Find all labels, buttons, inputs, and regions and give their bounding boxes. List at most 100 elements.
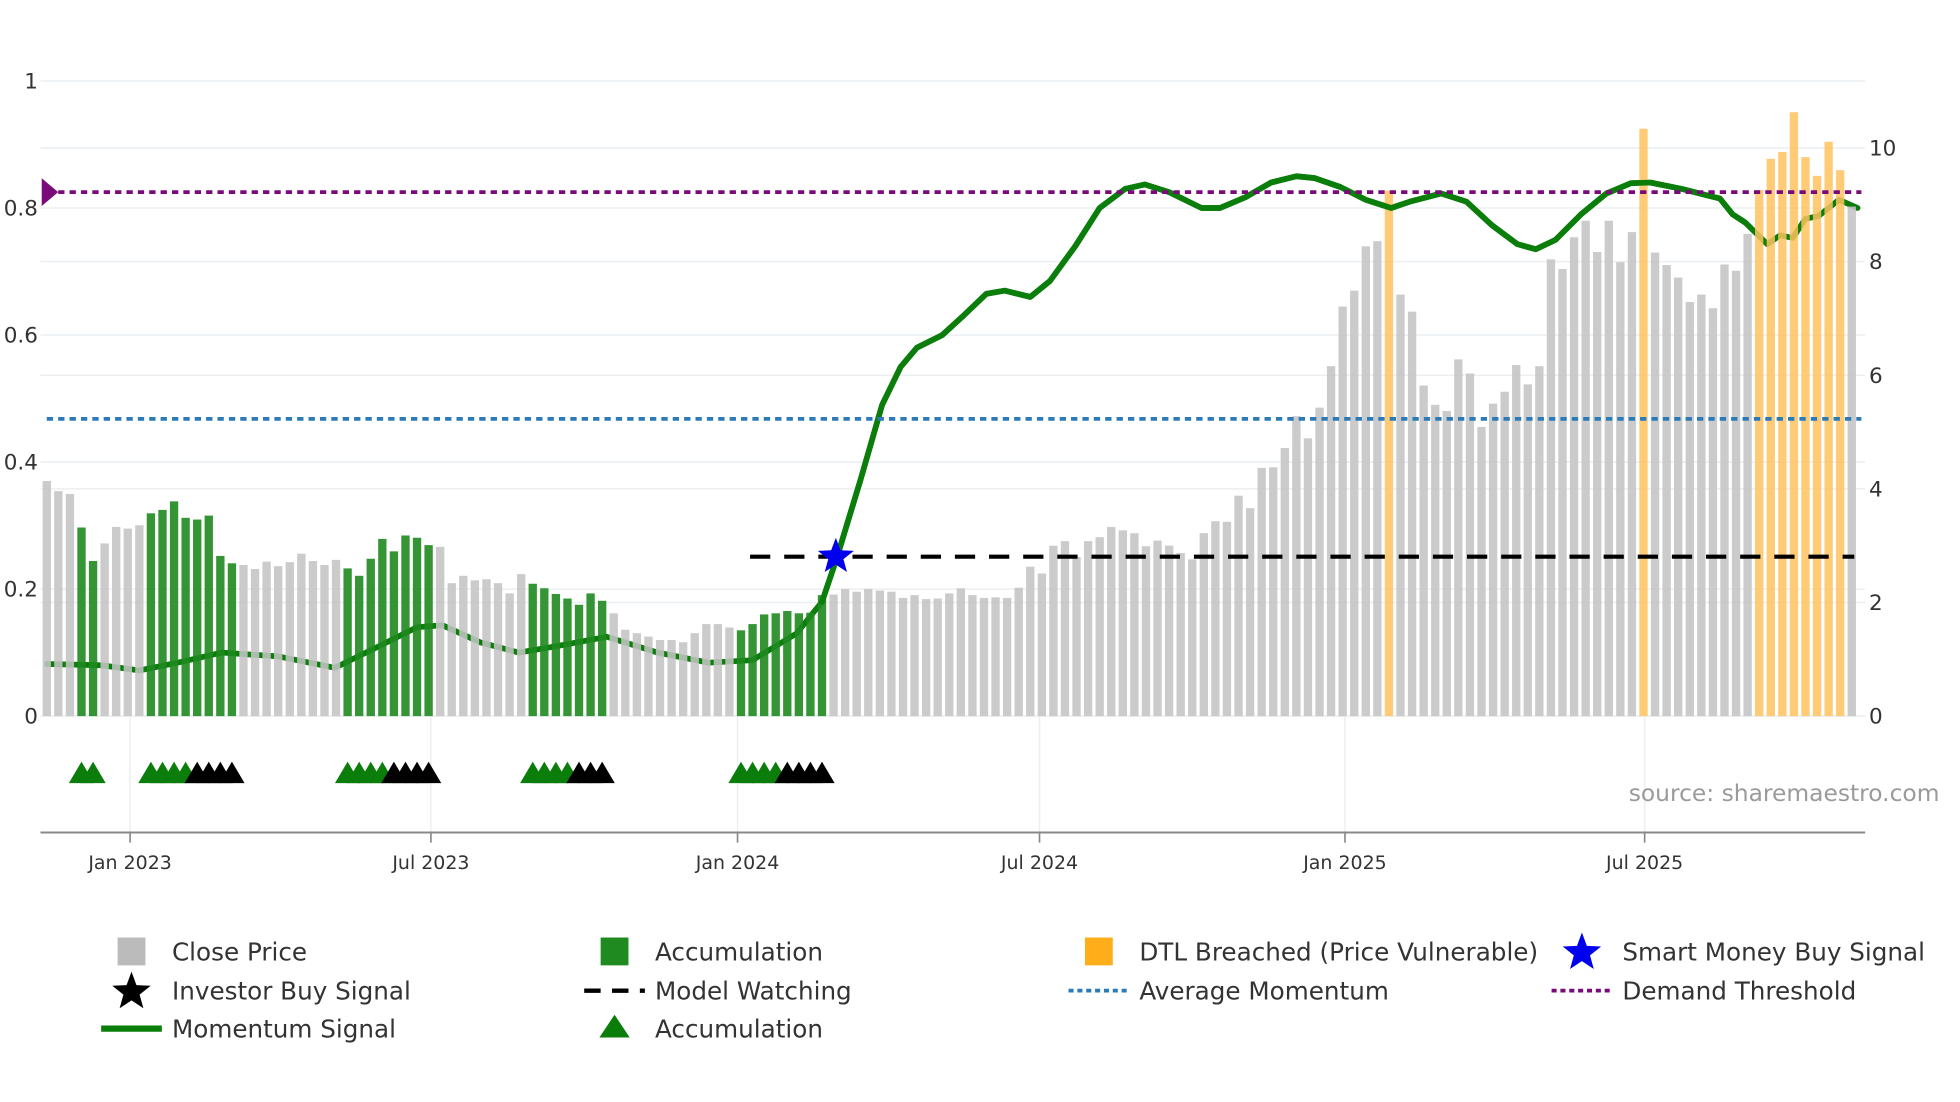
- close-price-bar: [829, 594, 838, 717]
- legend-label: Smart Money Buy Signal: [1622, 937, 1925, 966]
- close-price-bar: [1847, 206, 1856, 717]
- legend-item: Smart Money Buy Signal: [1562, 932, 1925, 970]
- close-price-bar: [725, 627, 734, 717]
- left-y-tick-label: 0.2: [4, 578, 38, 603]
- accumulation-bar: [181, 517, 190, 717]
- close-price-bar: [1234, 495, 1243, 717]
- close-price-bar: [702, 624, 711, 717]
- close-price-bar: [1743, 233, 1752, 717]
- legend-label: Average Momentum: [1139, 977, 1389, 1006]
- close-price-bar: [1026, 566, 1035, 717]
- close-price-bar: [1431, 404, 1440, 717]
- legend-item: Close Price: [117, 937, 307, 966]
- close-price-bar: [1280, 447, 1289, 717]
- close-price-bar: [910, 595, 919, 717]
- accumulation-bar: [343, 568, 352, 717]
- right-y-tick-label: 10: [1869, 137, 1896, 162]
- close-price-bar: [968, 595, 977, 717]
- left-y-tick-label: 1: [24, 70, 38, 95]
- legend-label: Accumulation: [655, 937, 823, 966]
- close-price-bar: [516, 574, 526, 717]
- close-price-bar: [1257, 467, 1266, 717]
- legend-label: Demand Threshold: [1622, 977, 1856, 1006]
- close-price-bar: [840, 588, 850, 717]
- close-price-bar: [1720, 264, 1729, 717]
- close-price-bar: [1211, 521, 1220, 717]
- accumulation-bar: [586, 593, 595, 717]
- close-price-bar: [1303, 438, 1313, 717]
- gray-square-icon: [117, 937, 146, 966]
- close-price-bar: [112, 526, 121, 717]
- close-price-bar: [1373, 241, 1382, 717]
- close-price-bar: [921, 599, 931, 717]
- legend-item: Accumulation: [599, 1014, 823, 1043]
- close-price-bar: [667, 639, 676, 717]
- close-price-bar: [1083, 541, 1093, 717]
- close-price-bar: [297, 553, 306, 717]
- close-price-bar: [447, 583, 456, 717]
- close-price-bar: [1650, 252, 1660, 717]
- x-tick-label: Jan 2024: [695, 852, 780, 874]
- dtl-breached-bar: [1766, 158, 1775, 717]
- close-price-bar: [1593, 251, 1602, 717]
- legend-item: Average Momentum: [1068, 977, 1389, 1006]
- close-price-bar: [470, 580, 480, 717]
- close-price-bar: [274, 566, 283, 717]
- close-price-bar: [979, 597, 989, 717]
- close-price-bar: [239, 565, 248, 717]
- close-price-bar: [123, 528, 132, 717]
- legend-label: Momentum Signal: [172, 1014, 396, 1043]
- close-price-bar: [54, 491, 63, 717]
- dtl-breached-bar: [1801, 157, 1810, 717]
- close-price-bar: [864, 588, 873, 717]
- close-price-bar: [621, 629, 630, 717]
- close-price-bar: [1222, 521, 1232, 717]
- close-price-bar: [655, 639, 665, 717]
- dtl-breached-bar: [1812, 175, 1822, 717]
- legend-item: Accumulation: [600, 937, 823, 966]
- dtl-breached-bar: [1384, 190, 1394, 717]
- close-price-bar: [1488, 403, 1498, 717]
- accumulation-bar: [216, 555, 225, 717]
- close-price-bar: [1176, 553, 1185, 717]
- close-price-bar: [285, 562, 294, 717]
- close-price-bar: [678, 642, 688, 717]
- accumulation-bar: [806, 612, 815, 717]
- accumulation-bar: [540, 588, 549, 717]
- close-price-bar: [459, 575, 468, 717]
- close-price-bar: [65, 493, 75, 717]
- close-price-bar: [1558, 269, 1567, 717]
- close-price-bar: [690, 633, 699, 717]
- close-price-bar: [1269, 467, 1278, 717]
- left-y-tick-label: 0.6: [4, 324, 38, 349]
- close-price-bar: [1569, 237, 1579, 717]
- green-square-icon: [600, 937, 629, 966]
- accumulation-bar: [528, 583, 537, 717]
- legend-item: Model Watching: [584, 977, 852, 1006]
- accumulation-bar: [227, 563, 237, 717]
- close-price-bar: [493, 583, 503, 717]
- accumulation-bar: [88, 561, 98, 717]
- close-price-bar: [1095, 537, 1104, 717]
- dtl-breached-bar: [1755, 190, 1764, 717]
- close-price-bar: [991, 597, 1000, 717]
- close-price-bar: [1002, 597, 1012, 717]
- accumulation-bar: [817, 595, 827, 717]
- close-price-bar: [1060, 541, 1070, 717]
- accumulation-bar: [204, 515, 213, 717]
- close-price-bar: [1523, 384, 1532, 717]
- close-price-bars: [42, 112, 1856, 717]
- legend-item: Demand Threshold: [1551, 977, 1856, 1006]
- close-price-bar: [1153, 540, 1162, 717]
- legend: Close Price Accumulation DTL Breached (Pri…: [101, 932, 1925, 1043]
- demand-threshold-diamond-icon: [41, 178, 59, 207]
- legend-item: Investor Buy Signal: [112, 971, 411, 1009]
- close-price-bar: [1454, 359, 1463, 717]
- close-price-bar: [1350, 290, 1359, 717]
- close-price-bar: [632, 633, 642, 717]
- close-price-bar: [1199, 533, 1208, 717]
- close-price-bar: [1361, 246, 1370, 717]
- close-price-bar: [1604, 220, 1613, 717]
- close-price-bar: [1315, 407, 1324, 717]
- accumulation-bar: [355, 575, 364, 717]
